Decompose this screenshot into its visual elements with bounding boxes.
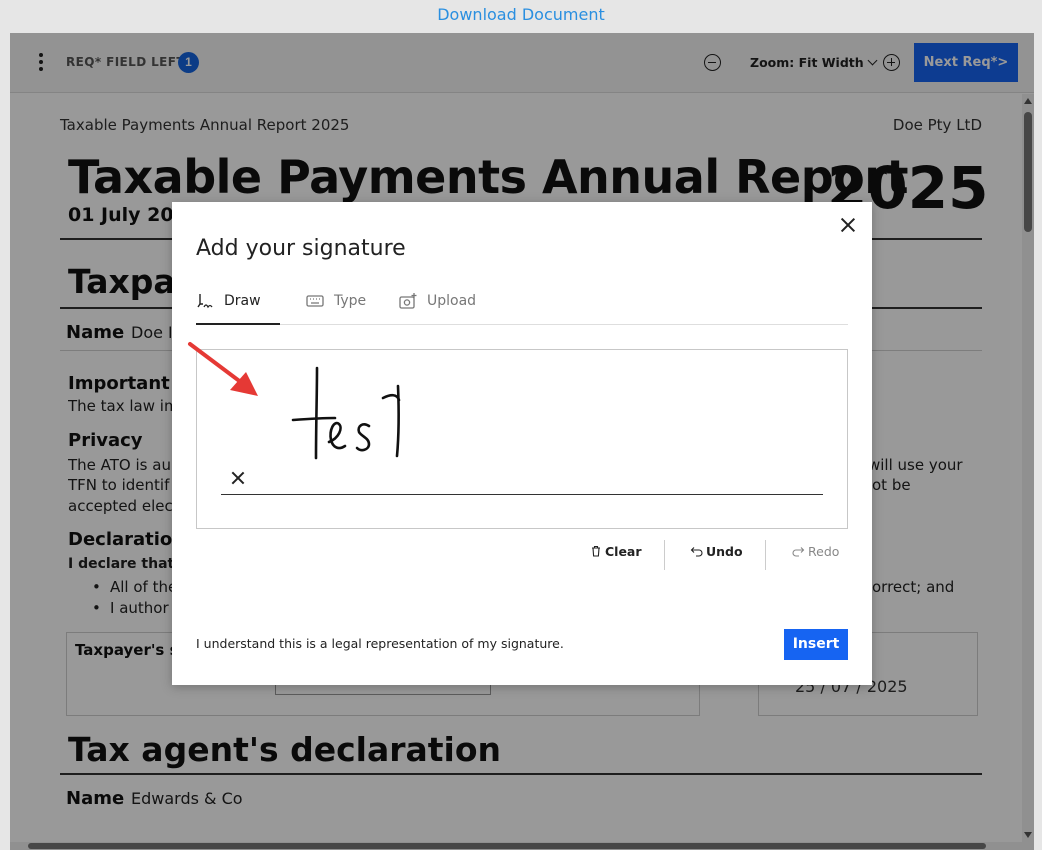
clear-label: Clear [605, 544, 642, 559]
legal-note: I understand this is a legal representat… [196, 636, 564, 651]
insert-button[interactable]: Insert [784, 629, 848, 660]
tab-upload[interactable]: Upload [399, 290, 489, 325]
trash-icon [592, 545, 600, 557]
redo-button[interactable]: Redo [792, 544, 839, 566]
undo-label: Undo [706, 544, 743, 559]
camera-upload-icon [399, 293, 417, 309]
redo-label: Redo [808, 544, 840, 559]
action-divider [765, 540, 766, 570]
close-icon[interactable] [840, 217, 856, 233]
signature-baseline [221, 494, 823, 496]
signature-dialog: Add your signature Draw Type Upload Clea… [172, 202, 872, 685]
tab-type-label: Type [334, 293, 367, 309]
action-divider [664, 540, 665, 570]
signature-tabs: Draw Type Upload [196, 290, 848, 325]
download-document-link[interactable]: Download Document [0, 5, 1042, 24]
undo-button[interactable]: Undo [690, 544, 743, 566]
tab-upload-label: Upload [427, 293, 477, 309]
signature-x-mark-icon [231, 471, 245, 485]
tab-draw-label: Draw [224, 293, 261, 309]
keyboard-icon [306, 295, 324, 307]
undo-icon [690, 547, 703, 557]
annotation-arrow-icon [188, 342, 258, 396]
drawn-signature [291, 366, 401, 460]
tab-type[interactable]: Type [306, 290, 376, 325]
clear-button[interactable]: Clear [590, 544, 642, 566]
dialog-title: Add your signature [196, 236, 406, 261]
signature-canvas[interactable] [196, 349, 848, 529]
redo-icon [792, 547, 805, 557]
pen-signature-icon [197, 294, 213, 309]
tab-draw[interactable]: Draw [196, 290, 280, 325]
